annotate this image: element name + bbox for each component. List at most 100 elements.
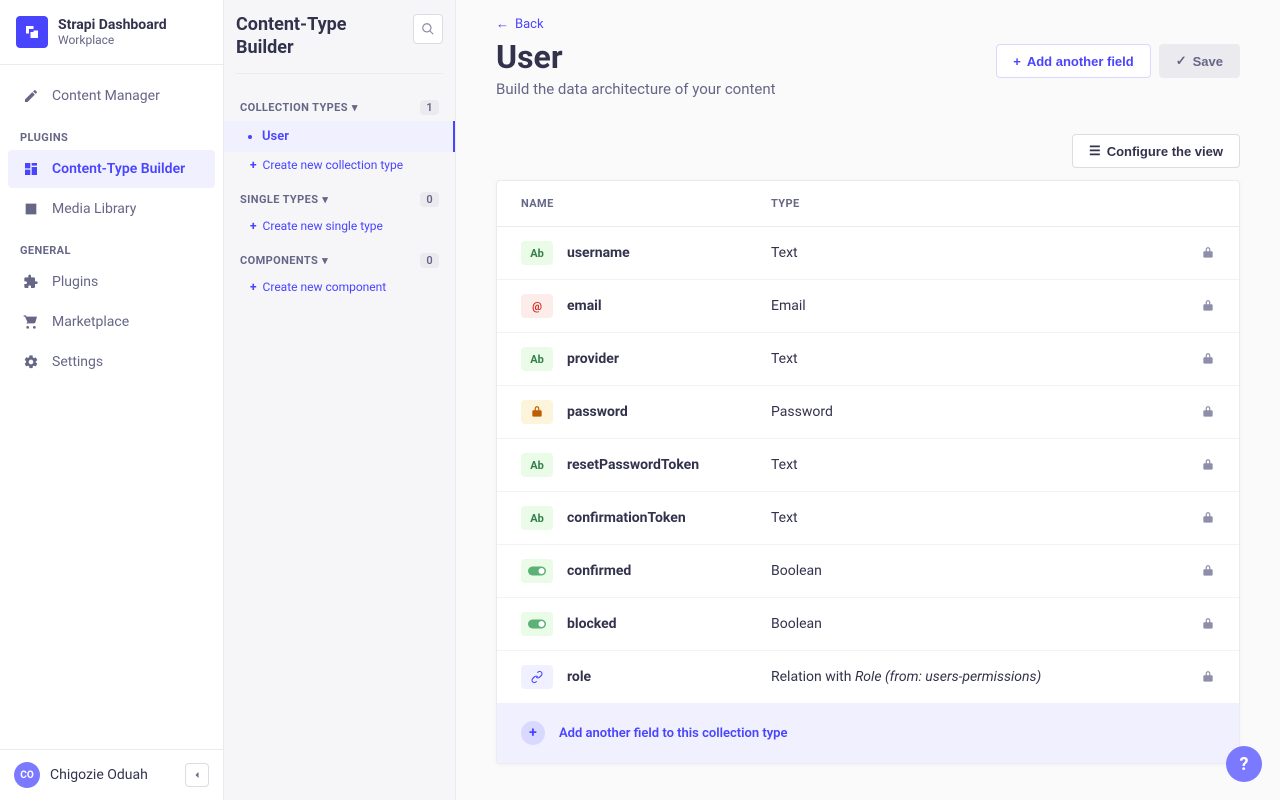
col-type-header: TYPE [771, 197, 1215, 210]
text-field-icon: Ab [521, 241, 553, 265]
user-name: Chigozie Oduah [50, 767, 148, 783]
nav-content-type-builder[interactable]: Content-Type Builder [8, 150, 215, 188]
field-name: provider [567, 351, 771, 367]
group-label: COMPONENTS [240, 254, 318, 267]
main-content: ← Back User Build the data architecture … [456, 0, 1280, 800]
configure-view-button[interactable]: ☰ Configure the view [1072, 134, 1240, 168]
nav-settings[interactable]: Settings [8, 343, 215, 381]
search-button[interactable] [413, 14, 443, 44]
table-row[interactable]: Ab confirmationTokenText [497, 492, 1239, 545]
nav-label: Media Library [52, 201, 136, 217]
field-type: Text [771, 510, 1201, 526]
plus-icon: + [250, 280, 257, 294]
field-type: Relation with Role (from: users-permissi… [771, 669, 1201, 685]
primary-sidebar: Strapi Dashboard Workplace Content Manag… [0, 0, 224, 800]
create-label: Create new component [263, 280, 387, 294]
text-field-icon: Ab [521, 506, 553, 530]
field-name: confirmationToken [567, 510, 771, 526]
group-collection-types[interactable]: COLLECTION TYPES▾ 1 [236, 90, 443, 121]
table-row[interactable]: Ab usernameText [497, 227, 1239, 280]
chevron-left-icon [191, 769, 203, 781]
secondary-title: Content-Type Builder [236, 14, 405, 59]
field-name: username [567, 245, 771, 261]
nav-media-library[interactable]: Media Library [8, 190, 215, 228]
email-field-icon: @ [521, 294, 553, 318]
active-dot-icon [248, 135, 252, 139]
collapse-sidebar-button[interactable] [185, 763, 209, 787]
table-row[interactable]: roleRelation with Role (from: users-perm… [497, 651, 1239, 703]
lock-icon [1201, 511, 1215, 525]
image-icon [22, 200, 40, 218]
strapi-logo-icon [16, 16, 48, 48]
create-component[interactable]: + Create new component [236, 274, 443, 304]
field-type: Boolean [771, 563, 1201, 579]
plus-circle-icon: + [521, 721, 545, 745]
help-button[interactable]: ? [1226, 746, 1262, 782]
boolean-field-icon [521, 612, 553, 636]
nav-label: Content Manager [52, 88, 160, 104]
field-type: Boolean [771, 616, 1201, 632]
text-field-icon: Ab [521, 347, 553, 371]
check-icon: ✓ [1176, 53, 1187, 69]
field-name: confirmed [567, 563, 771, 579]
user-profile[interactable]: CO Chigozie Oduah [0, 749, 223, 800]
nav-label: Content-Type Builder [52, 161, 185, 177]
create-single-type[interactable]: + Create new single type [236, 213, 443, 243]
field-type: Text [771, 245, 1201, 261]
lock-icon [1201, 352, 1215, 366]
nav-marketplace[interactable]: Marketplace [8, 303, 215, 341]
gear-icon [22, 353, 40, 371]
table-row[interactable]: blockedBoolean [497, 598, 1239, 651]
search-icon [421, 22, 435, 36]
brand: Strapi Dashboard Workplace [0, 0, 223, 65]
page-title: User [496, 38, 776, 76]
table-row[interactable]: passwordPassword [497, 386, 1239, 439]
plus-icon: + [250, 158, 257, 172]
button-label: Save [1193, 54, 1223, 69]
brand-title: Strapi Dashboard [58, 17, 167, 33]
back-link[interactable]: ← Back [496, 16, 544, 32]
button-label: Configure the view [1107, 144, 1223, 159]
secondary-panel: Content-Type Builder COLLECTION TYPES▾ 1… [224, 0, 456, 800]
relation-field-icon [521, 665, 553, 689]
nav-plugins[interactable]: Plugins [8, 263, 215, 301]
primary-nav: Content Manager PLUGINS Content-Type Bui… [0, 65, 223, 749]
text-field-icon: Ab [521, 453, 553, 477]
lock-icon [1201, 246, 1215, 260]
list-icon: ☰ [1089, 143, 1101, 159]
group-components[interactable]: COMPONENTS ▾ 0 [236, 243, 443, 274]
nav-content-manager[interactable]: Content Manager [8, 77, 215, 115]
field-name: email [567, 298, 771, 314]
col-name-header: NAME [521, 197, 771, 210]
plus-icon: + [1013, 54, 1021, 69]
nav-label: Plugins [52, 274, 98, 290]
create-label: Create new single type [263, 219, 383, 233]
add-field-row[interactable]: + Add another field to this collection t… [497, 703, 1239, 763]
field-type: Text [771, 351, 1201, 367]
lock-icon [1201, 564, 1215, 578]
group-label: SINGLE TYPES [240, 193, 318, 206]
lock-icon [1201, 458, 1215, 472]
save-button[interactable]: ✓ Save [1159, 44, 1240, 78]
table-row[interactable]: confirmedBoolean [497, 545, 1239, 598]
boolean-field-icon [521, 559, 553, 583]
create-collection-type[interactable]: + Create new collection type [236, 152, 443, 182]
group-single-types[interactable]: SINGLE TYPES▾ 0 [236, 182, 443, 213]
group-count: 0 [420, 253, 439, 268]
group-count: 0 [420, 192, 439, 207]
table-row[interactable]: @ emailEmail [497, 280, 1239, 333]
collection-item-label: User [262, 129, 289, 144]
chevron-down-icon: ▾ [322, 254, 328, 267]
field-name: blocked [567, 616, 771, 632]
field-type: Email [771, 298, 1201, 314]
table-row[interactable]: AbresetPasswordTokenText [497, 439, 1239, 492]
brand-subtitle: Workplace [58, 33, 167, 47]
cart-icon [22, 313, 40, 331]
pencil-square-icon [22, 87, 40, 105]
collection-item-user[interactable]: User [224, 121, 455, 152]
add-field-button[interactable]: + Add another field [996, 44, 1150, 78]
table-row[interactable]: Ab providerText [497, 333, 1239, 386]
lock-icon [1201, 617, 1215, 631]
password-field-icon [521, 400, 553, 424]
nav-section-plugins: PLUGINS [0, 117, 223, 150]
